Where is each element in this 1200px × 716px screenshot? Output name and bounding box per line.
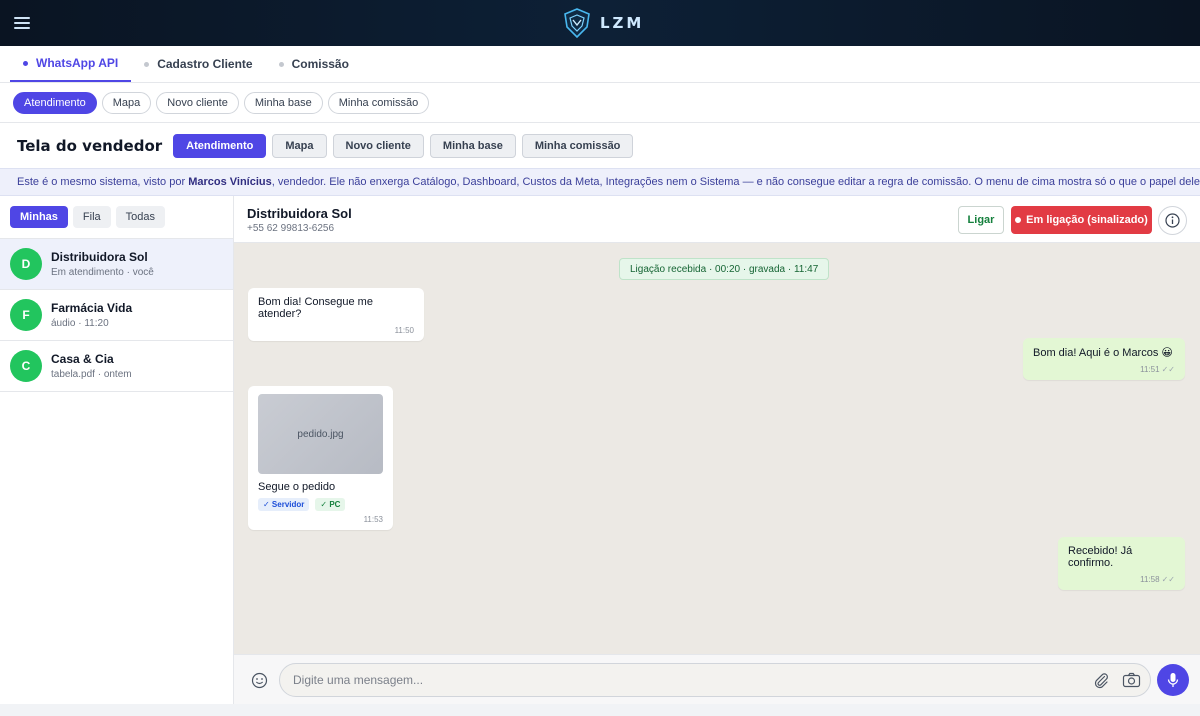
info-user-name: Marcos Vinícius xyxy=(188,176,272,188)
avatar: C xyxy=(10,350,42,382)
info-prefix: Este é o mesmo sistema, visto por xyxy=(17,176,186,188)
sub-navigation: Atendimento Mapa Novo cliente Minha base… xyxy=(0,83,1200,123)
hamburger-menu-icon[interactable] xyxy=(14,13,30,33)
message-meta: 11:58 ✓✓ xyxy=(1068,575,1175,584)
filter-todas[interactable]: Todas xyxy=(115,206,165,228)
bottom-strip xyxy=(0,704,1200,716)
seller-button-novo-cliente[interactable]: Novo cliente xyxy=(332,133,424,158)
tag-servidor: ✓ Servidor xyxy=(258,498,310,511)
in-call-label: Em ligação (sinalizado) xyxy=(1026,214,1148,226)
tab-whatsapp-api[interactable]: WhatsApp API xyxy=(10,46,132,82)
microphone-button[interactable] xyxy=(1157,664,1189,696)
message-bubble-incoming-image: pedido.jpg Segue o pedido ✓ Servidor ✓ P… xyxy=(248,386,393,530)
conversation-preview: tabela.pdf · ontem xyxy=(51,369,132,380)
recording-dot-icon xyxy=(1015,217,1022,223)
message-time: 11:50 xyxy=(394,326,414,335)
seller-button-minha-comissao[interactable]: Minha comissão xyxy=(521,133,634,158)
seller-header: Tela do vendedor Atendimento Mapa Novo c… xyxy=(0,123,1200,168)
conversation-preview: Em atendimento · você xyxy=(51,267,154,278)
info-suffix: , vendedor. Ele não enxerga Catálogo, Da… xyxy=(271,176,1200,188)
message-text: Bom dia! Aqui é o Marcos 😀 xyxy=(1033,347,1173,359)
chat-panel: Distribuidora Sol +55 62 99813-6256 Liga… xyxy=(234,196,1200,704)
conversation-name: Farmácia Vida xyxy=(51,301,133,315)
paperclip-icon[interactable] xyxy=(1092,671,1110,689)
message-text: Bom dia! Consegue me atender? xyxy=(258,296,373,320)
info-icon xyxy=(1165,213,1180,228)
seller-button-atendimento[interactable]: Atendimento xyxy=(173,133,267,158)
conversation-item[interactable]: F Farmácia Vida áudio · 11:20 xyxy=(0,290,233,341)
seller-button-mapa[interactable]: Mapa xyxy=(272,133,327,158)
message-text: Segue o pedido xyxy=(258,481,336,493)
message-bubble-outgoing: Bom dia! Aqui é o Marcos 😀 11:51 ✓✓ xyxy=(1023,338,1185,380)
image-attachment[interactable]: pedido.jpg xyxy=(258,394,383,474)
delivery-tags: ✓ Servidor ✓ PC xyxy=(258,498,383,511)
shield-logo-icon xyxy=(564,8,590,39)
pill-mapa[interactable]: Mapa xyxy=(101,91,152,114)
pill-novo-cliente[interactable]: Novo cliente xyxy=(156,91,239,114)
emoji-icon[interactable] xyxy=(251,672,268,689)
pill-minha-comissao[interactable]: Minha comissão xyxy=(327,91,430,114)
message-time: 11:53 xyxy=(363,515,383,524)
seller-button-minha-base[interactable]: Minha base xyxy=(429,133,516,158)
filter-fila[interactable]: Fila xyxy=(72,206,111,228)
read-ticks-icon: ✓✓ xyxy=(1161,575,1175,584)
module-tabs: WhatsApp API Cadastro Cliente Comissão xyxy=(0,46,1200,83)
pill-minha-base[interactable]: Minha base xyxy=(243,91,323,114)
tag-pc: ✓ PC xyxy=(315,498,346,511)
avatar: F xyxy=(10,299,42,331)
conversation-name: Distribuidora Sol xyxy=(51,250,148,264)
info-button[interactable] xyxy=(1158,206,1187,235)
pill-atendimento[interactable]: Atendimento xyxy=(13,91,97,114)
tab-label: WhatsApp API xyxy=(36,56,119,70)
message-bubble-outgoing: Recebido! Já confirmo. 11:58 ✓✓ xyxy=(1058,537,1185,590)
logo: LZM xyxy=(562,7,644,39)
tab-cadastro-cliente[interactable]: Cadastro Cliente xyxy=(131,46,265,82)
tab-comissao[interactable]: Comissão xyxy=(266,46,362,82)
conversation-name: Casa & Cia xyxy=(51,352,114,366)
top-bar: LZM xyxy=(0,0,1200,46)
tab-label: Cadastro Cliente xyxy=(157,57,253,71)
contact-phone: +55 62 99813-6256 xyxy=(247,223,335,234)
page-title: Tela do vendedor xyxy=(17,136,163,155)
in-call-button[interactable]: Em ligação (sinalizado) xyxy=(1011,206,1152,234)
tab-label: Comissão xyxy=(291,57,349,71)
read-ticks-icon: ✓✓ xyxy=(1161,365,1175,374)
contact-name: Distribuidora Sol xyxy=(247,206,352,221)
conversation-preview: áudio · 11:20 xyxy=(51,318,109,329)
conversation-filters: Minhas Fila Todas xyxy=(0,196,233,239)
tab-dot-icon xyxy=(23,60,28,66)
conversation-list-panel: Minhas Fila Todas D Distribuidora Sol Em… xyxy=(0,196,234,704)
tab-dot-icon xyxy=(144,61,150,67)
call-button[interactable]: Ligar xyxy=(958,206,1004,234)
message-time: 11:58 xyxy=(1140,575,1160,584)
message-bubble-incoming: Bom dia! Consegue me atender? 11:50 xyxy=(248,288,424,341)
conversation-item[interactable]: D Distribuidora Sol Em atendimento · voc… xyxy=(0,239,233,290)
avatar: D xyxy=(10,248,42,280)
conversation-item[interactable]: C Casa & Cia tabela.pdf · ontem xyxy=(0,341,233,392)
tab-dot-icon xyxy=(278,61,284,67)
message-meta: 11:51 ✓✓ xyxy=(1033,365,1175,374)
message-area[interactable]: Ligação recebida · 00:20 · gravada · 11:… xyxy=(234,243,1200,654)
call-log-message: Ligação recebida · 00:20 · gravada · 11:… xyxy=(619,258,830,280)
message-text: Recebido! Já confirmo. xyxy=(1068,545,1133,569)
microphone-icon xyxy=(1167,673,1179,687)
logo-text: LZM xyxy=(600,14,645,32)
message-time: 11:51 xyxy=(1140,365,1160,374)
image-filename: pedido.jpg xyxy=(297,428,344,440)
filter-minhas[interactable]: Minhas xyxy=(10,206,68,228)
chat-header: Distribuidora Sol +55 62 99813-6256 Liga… xyxy=(234,196,1200,243)
message-input[interactable] xyxy=(279,663,1151,697)
camera-icon[interactable] xyxy=(1122,671,1141,689)
message-composer xyxy=(234,654,1200,704)
role-info-banner: Este é o mesmo sistema, visto por Marcos… xyxy=(0,168,1200,196)
